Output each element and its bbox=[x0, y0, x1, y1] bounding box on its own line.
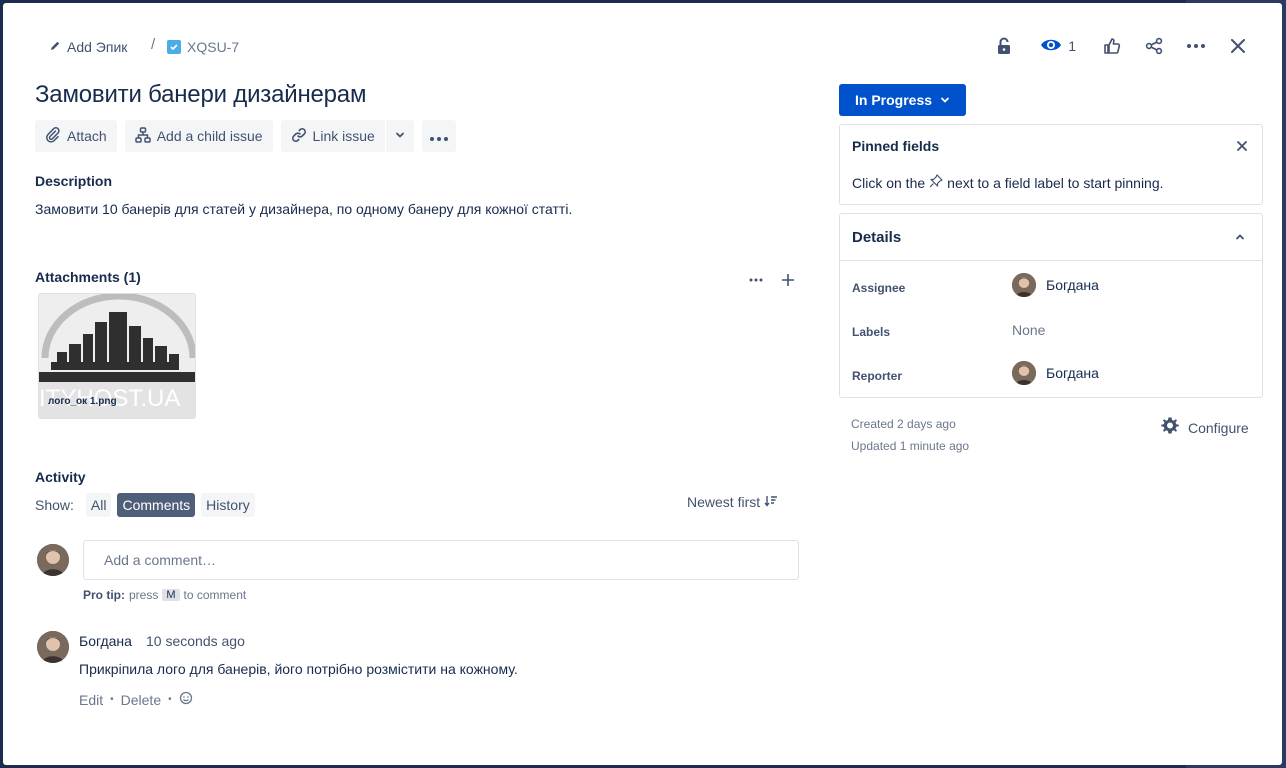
attachment-filename: лого_ок 1.png bbox=[48, 396, 117, 407]
close-icon[interactable] bbox=[1222, 30, 1254, 62]
show-label: Show: bbox=[35, 497, 74, 513]
configure-button[interactable]: Configure bbox=[1160, 416, 1249, 439]
pinned-fields-panel: Pinned fields Click on the next to a fie… bbox=[839, 124, 1263, 205]
paperclip-icon bbox=[45, 126, 61, 146]
labels-value[interactable]: None bbox=[1012, 322, 1045, 338]
separator-dot: • bbox=[168, 694, 172, 705]
add-epic-label: Add Эпик bbox=[67, 39, 128, 55]
sort-icon bbox=[764, 494, 778, 510]
child-issue-icon bbox=[134, 126, 151, 146]
details-title: Details bbox=[852, 229, 902, 246]
header-actions: 1 bbox=[988, 30, 1254, 62]
issue-title[interactable]: Замовити банери дизайнерам bbox=[35, 81, 366, 109]
watch-button[interactable]: 1 bbox=[1034, 30, 1082, 62]
pinned-hint-before: Click on the bbox=[852, 174, 926, 191]
chevron-up-icon bbox=[1232, 229, 1248, 245]
activity-heading: Activity bbox=[35, 469, 86, 485]
sort-label: Newest first bbox=[687, 494, 761, 510]
created-date[interactable]: Created 2 days ago bbox=[851, 417, 956, 431]
comment-author[interactable]: Богдана bbox=[79, 633, 132, 649]
task-type-icon bbox=[167, 40, 181, 54]
details-toggle[interactable]: Details bbox=[840, 214, 1262, 261]
add-child-issue-label: Add a child issue bbox=[156, 128, 263, 144]
filter-all[interactable]: All bbox=[85, 493, 112, 517]
more-icon[interactable] bbox=[743, 267, 769, 293]
avatar bbox=[1012, 273, 1036, 297]
attachment-actions bbox=[743, 267, 801, 293]
comment-actions: Edit • Delete • bbox=[79, 691, 193, 708]
details-panel: Details Assignee Богдана Labels None Rep… bbox=[839, 213, 1263, 398]
watch-count: 1 bbox=[1068, 38, 1076, 54]
sort-order-button[interactable]: Newest first bbox=[687, 494, 778, 510]
pinned-fields-title: Pinned fields bbox=[852, 138, 940, 154]
reporter-label: Reporter bbox=[852, 369, 903, 383]
issue-key-link[interactable]: XQSU-7 bbox=[167, 36, 239, 58]
status-label: In Progress bbox=[854, 92, 933, 108]
pencil-icon bbox=[49, 39, 61, 55]
toolbar-more-button[interactable] bbox=[421, 120, 456, 152]
thumbs-up-icon[interactable] bbox=[1096, 30, 1128, 62]
labels-none: None bbox=[1012, 322, 1046, 338]
lock-icon[interactable] bbox=[988, 30, 1020, 62]
attach-button[interactable]: Attach bbox=[35, 120, 117, 152]
more-icon bbox=[429, 128, 448, 144]
delete-comment-link[interactable]: Delete bbox=[121, 692, 161, 708]
chevron-down-icon bbox=[394, 128, 406, 144]
add-child-issue-button[interactable]: Add a child issue bbox=[124, 120, 273, 152]
pro-tip: Pro tip: press M to comment bbox=[83, 588, 246, 602]
link-issue-group: Link issue bbox=[280, 120, 414, 152]
link-issue-label: Link issue bbox=[312, 128, 375, 144]
comment-author-avatar[interactable] bbox=[37, 631, 69, 663]
chevron-down-icon bbox=[940, 92, 950, 108]
current-user-avatar bbox=[37, 544, 69, 576]
pin-icon bbox=[929, 174, 943, 191]
updated-date[interactable]: Updated 1 minute ago bbox=[851, 439, 969, 453]
add-epic-link[interactable]: Add Эпик bbox=[49, 36, 127, 58]
reporter-name: Богдана bbox=[1046, 365, 1099, 381]
more-icon[interactable] bbox=[1180, 30, 1212, 62]
attach-label: Attach bbox=[67, 128, 107, 144]
comment-body: Прикріпила лого для банерів, його потріб… bbox=[79, 661, 518, 677]
eye-icon bbox=[1040, 37, 1062, 56]
assignee-value[interactable]: Богдана bbox=[1012, 273, 1099, 297]
comment-input[interactable] bbox=[83, 540, 799, 580]
separator-dot: • bbox=[110, 694, 114, 705]
breadcrumb-separator: / bbox=[151, 36, 156, 53]
issue-modal: Add Эпик / XQSU-7 1 Замовити банери диза… bbox=[3, 3, 1282, 765]
plus-icon[interactable] bbox=[775, 267, 801, 293]
shortcut-key: M bbox=[162, 589, 180, 601]
assignee-label: Assignee bbox=[852, 281, 906, 295]
description-text[interactable]: Замовити 10 банерів для статей у дизайне… bbox=[35, 201, 572, 217]
attachments-heading: Attachments (1) bbox=[35, 269, 141, 285]
share-icon[interactable] bbox=[1138, 30, 1170, 62]
filter-history[interactable]: History bbox=[201, 493, 255, 517]
reporter-value[interactable]: Богдана bbox=[1012, 361, 1099, 385]
protip-press: press bbox=[129, 588, 159, 602]
protip-prefix: Pro tip: bbox=[83, 588, 125, 602]
labels-label: Labels bbox=[852, 325, 891, 339]
pinned-fields-hint: Click on the next to a field label to st… bbox=[852, 174, 1164, 191]
avatar bbox=[1012, 361, 1036, 385]
comment-timestamp[interactable]: 10 seconds ago bbox=[146, 633, 245, 649]
protip-suffix: to comment bbox=[183, 588, 247, 602]
link-issue-button[interactable]: Link issue bbox=[280, 120, 385, 152]
pinned-hint-after: next to a field label to start pinning. bbox=[947, 174, 1164, 191]
edit-comment-link[interactable]: Edit bbox=[79, 692, 103, 708]
issue-key: XQSU-7 bbox=[187, 39, 240, 55]
attachment-thumbnail[interactable]: ITYHOST.UA лого_ок 1.png bbox=[38, 293, 196, 419]
close-icon[interactable] bbox=[1230, 134, 1254, 158]
status-dropdown[interactable]: In Progress bbox=[839, 84, 966, 116]
issue-header: Add Эпик / XQSU-7 1 bbox=[3, 3, 1282, 85]
activity-filter: Show: All Comments History bbox=[35, 492, 255, 518]
link-icon bbox=[291, 127, 307, 146]
assignee-name: Богдана bbox=[1046, 277, 1099, 293]
gear-icon bbox=[1160, 416, 1180, 439]
configure-label: Configure bbox=[1188, 419, 1249, 436]
link-issue-dropdown[interactable] bbox=[385, 120, 414, 152]
issue-toolbar: Attach Add a child issue Link issue bbox=[35, 120, 456, 152]
filter-comments[interactable]: Comments bbox=[117, 493, 196, 517]
description-heading: Description bbox=[35, 173, 113, 189]
add-reaction-icon[interactable] bbox=[179, 691, 193, 708]
